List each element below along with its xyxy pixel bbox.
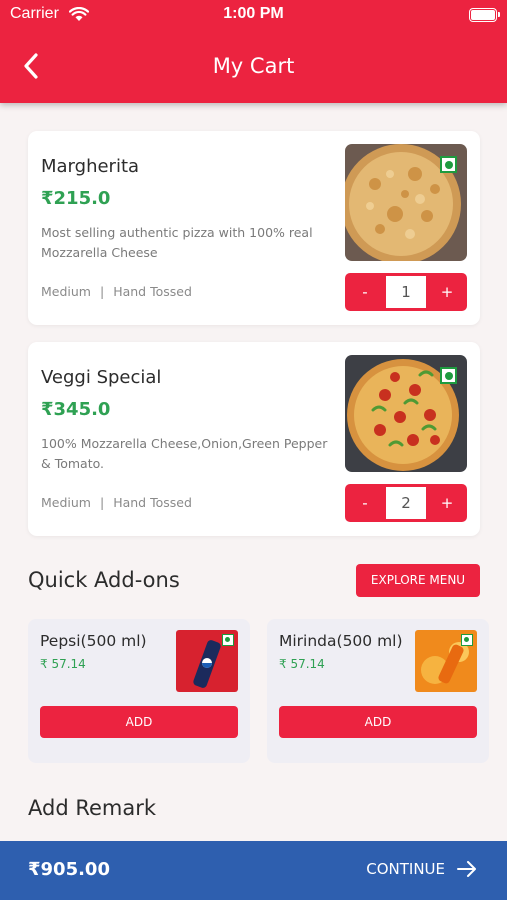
cart-total: ₹905.00 bbox=[28, 859, 110, 880]
increase-quantity-button[interactable]: + bbox=[427, 273, 467, 311]
add-mirinda-button[interactable]: ADD bbox=[279, 706, 477, 738]
explore-menu-button[interactable]: EXPLORE MENU bbox=[356, 564, 480, 597]
addon-card: Mirinda(500 ml) ₹ 57.14 ADD bbox=[267, 619, 489, 763]
page-title: My Cart bbox=[212, 54, 295, 78]
continue-button[interactable]: CONTINUE bbox=[366, 860, 477, 878]
quantity-value: 1 bbox=[386, 276, 426, 308]
increase-quantity-button[interactable]: + bbox=[427, 484, 467, 522]
item-price: ₹345.0 bbox=[41, 399, 111, 420]
item-size: Medium bbox=[41, 495, 91, 510]
arrow-right-icon bbox=[457, 861, 476, 877]
item-options: Medium | Hand Tossed bbox=[41, 284, 192, 299]
addon-card: Pepsi(500 ml) ₹ 57.14 ADD bbox=[28, 619, 250, 763]
addon-price: ₹ 57.14 bbox=[40, 657, 86, 671]
item-name: Veggi Special bbox=[41, 367, 162, 388]
status-time: 1:00 PM bbox=[223, 5, 284, 22]
pizza-image bbox=[345, 355, 467, 472]
item-description: Most selling authentic pizza with 100% r… bbox=[41, 225, 313, 260]
cart-item-card: Veggi Special ₹345.0 100% Mozzarella Che… bbox=[28, 342, 480, 536]
quantity-stepper: - 2 + bbox=[345, 484, 467, 522]
item-price: ₹215.0 bbox=[41, 188, 111, 209]
pizza-image bbox=[345, 144, 467, 261]
pepsi-image bbox=[176, 630, 238, 692]
decrease-quantity-button[interactable]: - bbox=[345, 273, 385, 311]
checkout-bar: ₹905.00 CONTINUE bbox=[0, 841, 507, 900]
quantity-stepper: - 1 + bbox=[345, 273, 467, 311]
veg-indicator-icon bbox=[440, 156, 457, 173]
add-pepsi-button[interactable]: ADD bbox=[40, 706, 238, 738]
battery-icon bbox=[469, 8, 500, 22]
quick-addons-title: Quick Add-ons bbox=[28, 568, 180, 592]
decrease-quantity-button[interactable]: - bbox=[345, 484, 385, 522]
addon-price: ₹ 57.14 bbox=[279, 657, 325, 671]
item-crust: Hand Tossed bbox=[113, 495, 192, 510]
status-bar: Carrier 1:00 PM bbox=[0, 5, 507, 27]
item-description: 100% Mozzarella Cheese,Onion,Green Peppe… bbox=[41, 436, 328, 471]
item-name: Margherita bbox=[41, 156, 140, 177]
veg-indicator-icon bbox=[440, 367, 457, 384]
item-size: Medium bbox=[41, 284, 91, 299]
mirinda-image bbox=[415, 630, 477, 692]
item-options: Medium | Hand Tossed bbox=[41, 495, 192, 510]
continue-label: CONTINUE bbox=[366, 860, 445, 878]
add-remark-title: Add Remark bbox=[28, 796, 157, 820]
item-crust: Hand Tossed bbox=[113, 284, 192, 299]
addon-name: Mirinda(500 ml) bbox=[279, 632, 403, 650]
app-header: Carrier 1:00 PM My Cart bbox=[0, 0, 507, 103]
veg-indicator-icon bbox=[461, 634, 473, 646]
veg-indicator-icon bbox=[222, 634, 234, 646]
cart-item-card: Margherita ₹215.0 Most selling authentic… bbox=[28, 131, 480, 325]
addon-name: Pepsi(500 ml) bbox=[40, 632, 147, 650]
quantity-value: 2 bbox=[386, 487, 426, 519]
